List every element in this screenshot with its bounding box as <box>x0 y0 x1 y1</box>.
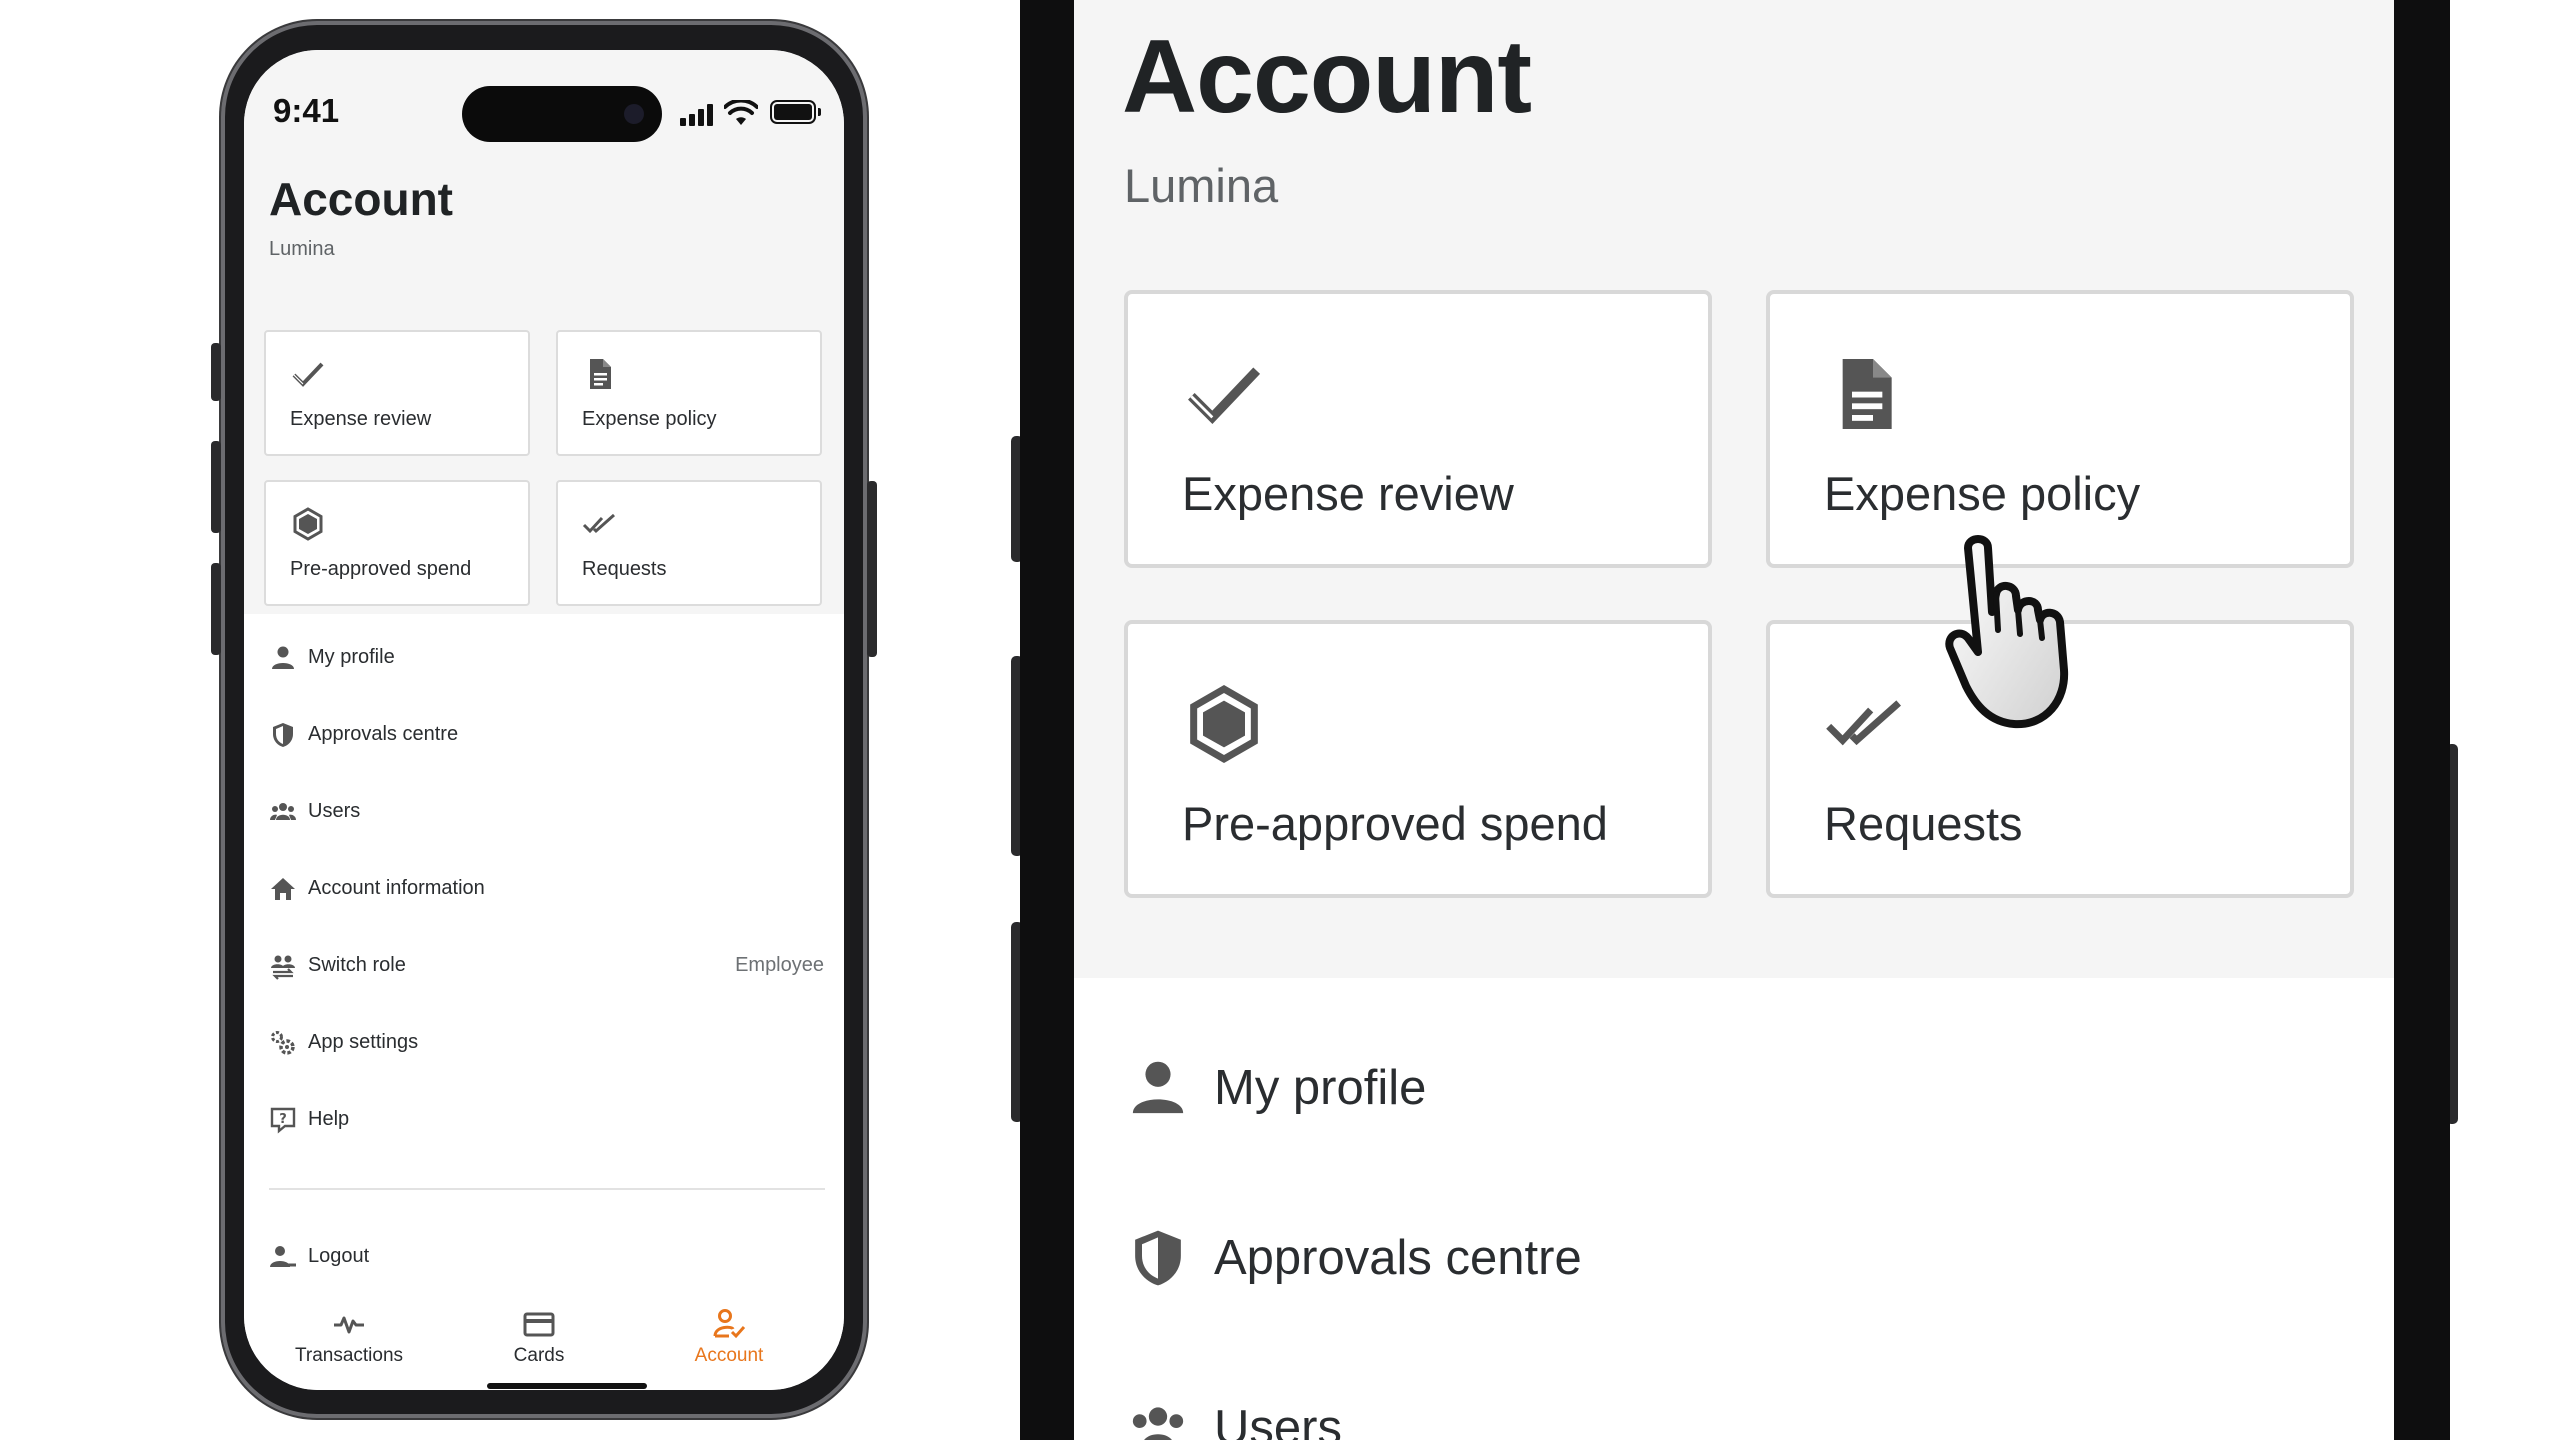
menu-label: App settings <box>308 1031 419 1053</box>
group-icon <box>1132 1407 1184 1440</box>
activity-icon <box>334 1316 364 1334</box>
nav-label: Transactions <box>294 1345 404 1366</box>
zoom-bezel-right <box>2394 0 2450 1440</box>
tile-expense-review[interactable]: Expense review <box>264 330 530 456</box>
action-button <box>211 343 221 401</box>
phone-screen: 9:41 Account Lumina Expense review Expen… <box>244 50 844 1390</box>
zoom-tile-pre-approved-spend[interactable]: Pre-approved spend <box>1124 620 1712 898</box>
menu-label: Approvals centre <box>308 723 459 745</box>
battery-icon <box>770 100 821 124</box>
menu-label: Logout <box>308 1245 370 1267</box>
zoom-tile-expense-policy[interactable]: Expense policy <box>1766 290 2354 568</box>
menu-label: My profile <box>308 646 395 668</box>
tile-label: Requests <box>1824 797 2023 850</box>
menu-label: Account information <box>308 877 485 899</box>
zoom-page-title: Account <box>1122 19 1532 135</box>
gears-icon <box>271 1031 295 1055</box>
shield-icon <box>273 723 293 747</box>
tile-label: Pre-approved spend <box>290 558 472 580</box>
account-icon <box>713 1309 746 1339</box>
company-name: Lumina <box>269 238 335 260</box>
nav-tab-cards[interactable]: Cards <box>444 1295 634 1366</box>
tile-label: Expense policy <box>1824 467 2141 520</box>
zoom-screen: Account Lumina Expense review Expense po… <box>1074 0 2394 1440</box>
power-button <box>867 481 877 657</box>
menu-label: Help <box>308 1108 350 1130</box>
card-icon <box>523 1312 555 1337</box>
shield-icon <box>1135 1230 1181 1286</box>
switch-role-icon <box>271 955 295 980</box>
nav-label: Account <box>694 1345 764 1366</box>
tile-expense-policy[interactable]: Expense policy <box>556 330 822 456</box>
tile-label: Expense review <box>290 408 432 430</box>
current-role-value: Employee <box>735 954 824 976</box>
menu-item-app-settings[interactable]: App settings <box>244 1011 844 1071</box>
page-title: Account <box>269 173 453 225</box>
nav-tab-account[interactable]: Account <box>634 1295 824 1366</box>
zoom-company-name: Lumina <box>1124 159 1279 212</box>
menu-label: Users <box>308 800 361 822</box>
zoom-header-section: Account Lumina Expense review Expense po… <box>1074 0 2394 978</box>
menu-label: Approvals centre <box>1214 1231 1582 1285</box>
zoom-bezel-left <box>1020 0 1074 1440</box>
menu-item-account-information[interactable]: Account information <box>244 857 844 917</box>
volume-up-button <box>211 441 221 533</box>
status-bar: 9:41 <box>244 50 844 160</box>
volume-down-button <box>211 563 221 655</box>
menu-item-users[interactable]: Users <box>244 780 844 840</box>
signal-icon <box>680 104 713 126</box>
tile-label: Pre-approved spend <box>1182 797 1608 850</box>
tile-label: Expense review <box>1182 467 1514 520</box>
menu-item-my-profile[interactable]: My profile <box>244 626 844 686</box>
person-icon <box>272 646 294 669</box>
group-icon <box>270 803 296 820</box>
account-header-section: Account Lumina Expense review Expense po… <box>244 160 844 614</box>
check-icon <box>292 362 324 387</box>
help-icon: ? <box>270 1107 296 1134</box>
bottom-nav: Transactions Cards Account <box>244 1295 844 1390</box>
zoomed-view: Account Lumina Expense review Expense po… <box>1011 0 2458 1440</box>
document-icon <box>590 359 611 389</box>
double-check-icon <box>1826 700 1901 746</box>
zoom-menu-item-my-profile[interactable]: My profile <box>1074 1030 2394 1150</box>
zoom-menu-item-approvals-centre[interactable]: Approvals centre <box>1074 1200 2394 1320</box>
double-check-icon <box>582 513 615 534</box>
hexagon-icon <box>1190 684 1258 764</box>
svg-text:?: ? <box>279 1112 287 1127</box>
wifi-icon <box>724 100 758 125</box>
nav-tab-transactions[interactable]: Transactions <box>254 1295 444 1366</box>
home-icon <box>271 878 295 900</box>
menu-item-switch-role[interactable]: Switch role Employee <box>244 934 844 994</box>
menu-label: Users <box>1214 1401 1342 1440</box>
dynamic-island <box>462 86 662 142</box>
document-icon <box>1842 359 1892 429</box>
zoom-menu-item-users[interactable]: Users <box>1074 1370 2394 1440</box>
home-indicator <box>487 1383 647 1389</box>
menu-item-help[interactable]: ? Help <box>244 1088 844 1148</box>
check-icon <box>1188 367 1261 425</box>
logout-icon <box>270 1246 296 1267</box>
tile-pre-approved-spend[interactable]: Pre-approved spend <box>264 480 530 606</box>
divider <box>269 1188 825 1190</box>
menu-item-logout[interactable]: Logout <box>244 1225 844 1285</box>
tile-requests[interactable]: Requests <box>556 480 822 606</box>
hexagon-icon <box>293 507 323 541</box>
menu-label: Switch role <box>308 954 406 976</box>
phone-frame: 9:41 Account Lumina Expense review Expen… <box>211 21 877 1418</box>
status-time: 9:41 <box>273 92 340 129</box>
nav-label: Cards <box>513 1345 565 1366</box>
tile-label: Requests <box>582 558 667 580</box>
tile-label: Expense policy <box>582 408 717 430</box>
person-icon <box>1132 1061 1184 1114</box>
pointer-hand-icon <box>1945 535 2069 729</box>
zoom-tile-expense-review[interactable]: Expense review <box>1124 290 1712 568</box>
menu-item-approvals-centre[interactable]: Approvals centre <box>244 703 844 763</box>
menu-label: My profile <box>1214 1061 1427 1115</box>
